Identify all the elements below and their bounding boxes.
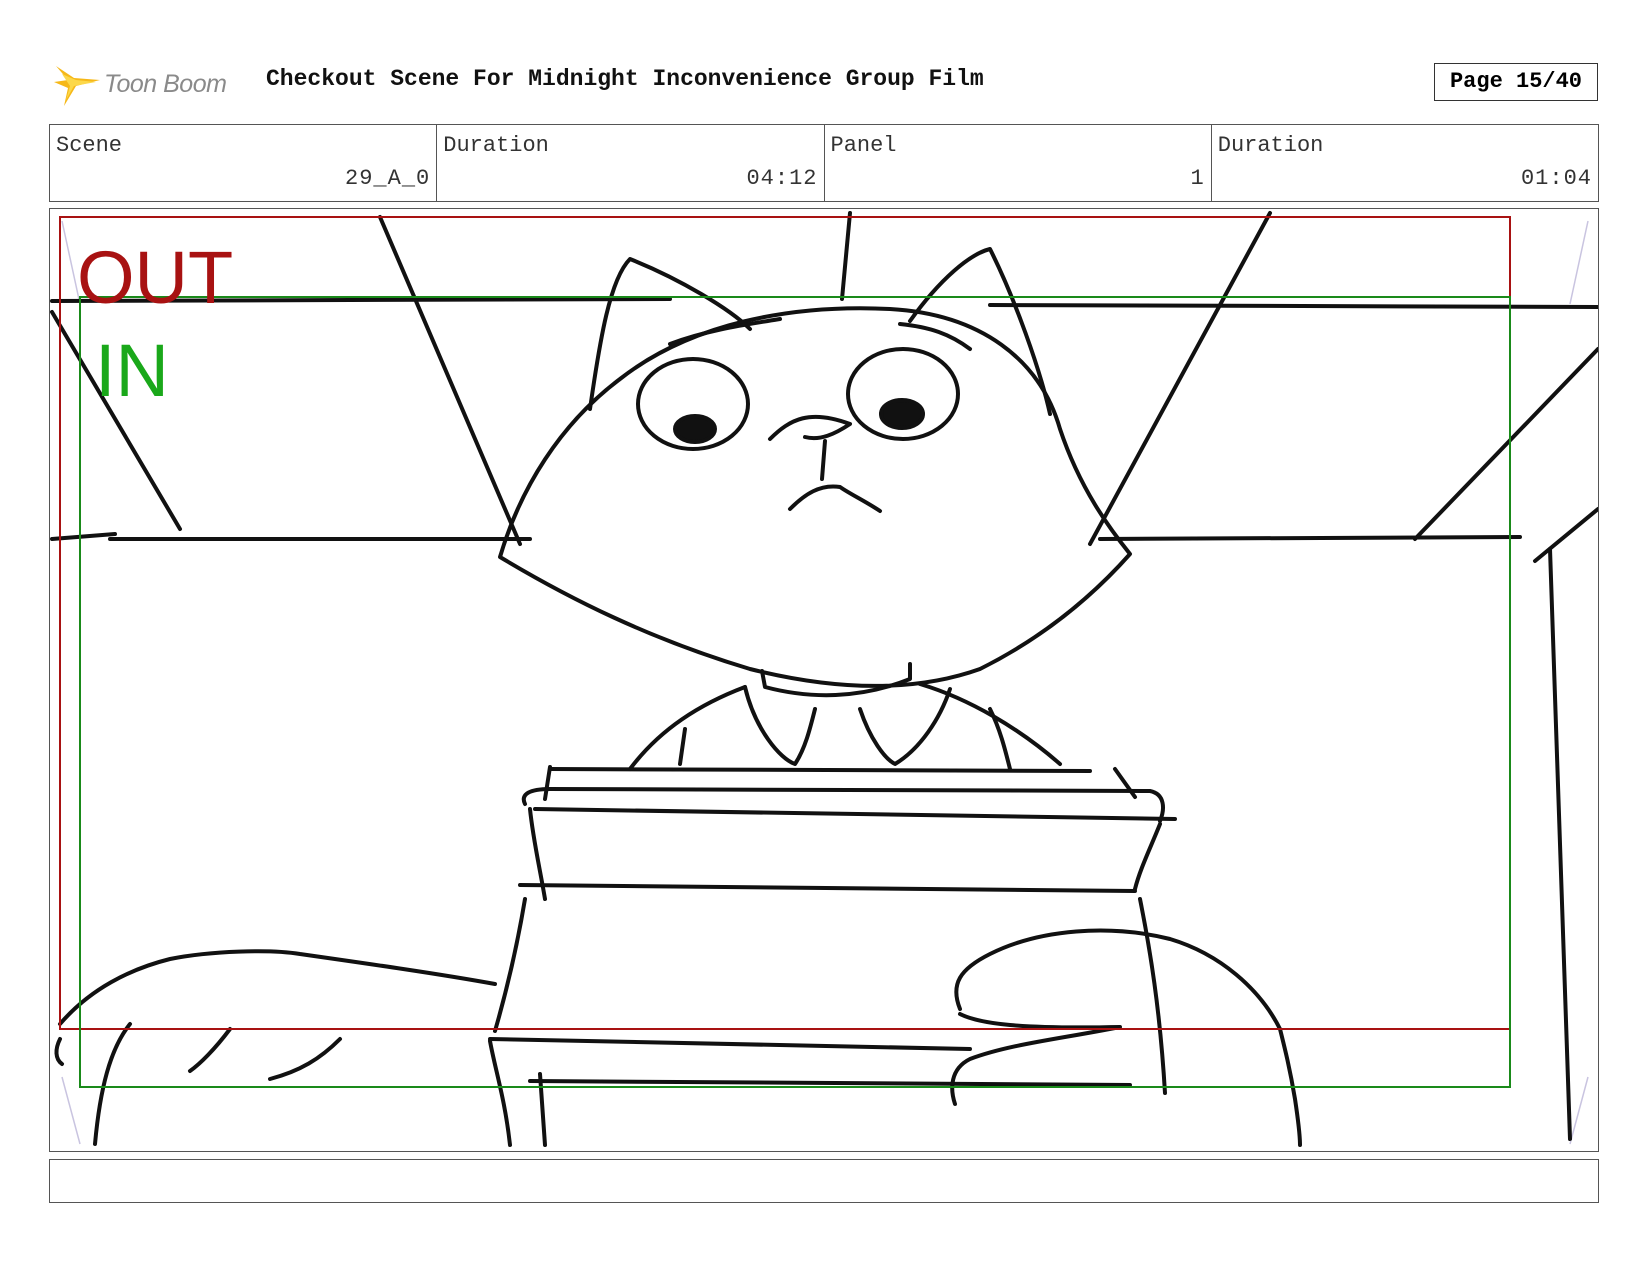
panel-duration-label: Duration [1217,133,1324,158]
panel-duration-value: 01:04 [1520,166,1592,191]
panel-duration-cell: Duration 01:04 [1210,125,1598,201]
starburst-icon [54,66,100,106]
page-indicator: Page 15/40 [1434,63,1598,101]
sketch-drawing [50,211,1598,1147]
document-title: Checkout Scene For Midnight Inconvenienc… [266,66,984,92]
panel-label: Panel [830,133,897,158]
out-frame-label: OUT [77,236,234,319]
panel-cell: Panel 1 [823,125,1211,201]
in-frame-label: IN [95,329,169,412]
panel-caption [49,1159,1599,1203]
scene-value: 29_A_0 [345,166,431,191]
logo-text: Toon Boom [104,70,227,98]
toon-boom-logo: Toon Boom [52,56,252,112]
scene-label: Scene [56,133,123,158]
scene-duration-label: Duration [443,133,549,158]
storyboard-panel: OUT IN [49,208,1599,1152]
scene-cell: Scene 29_A_0 [50,125,436,201]
scene-info-table: Scene 29_A_0 Duration 04:12 Panel 1 Dura… [49,124,1599,202]
scene-duration-cell: Duration 04:12 [436,125,823,201]
panel-value: 1 [1190,166,1205,191]
scene-duration-value: 04:12 [746,166,818,191]
